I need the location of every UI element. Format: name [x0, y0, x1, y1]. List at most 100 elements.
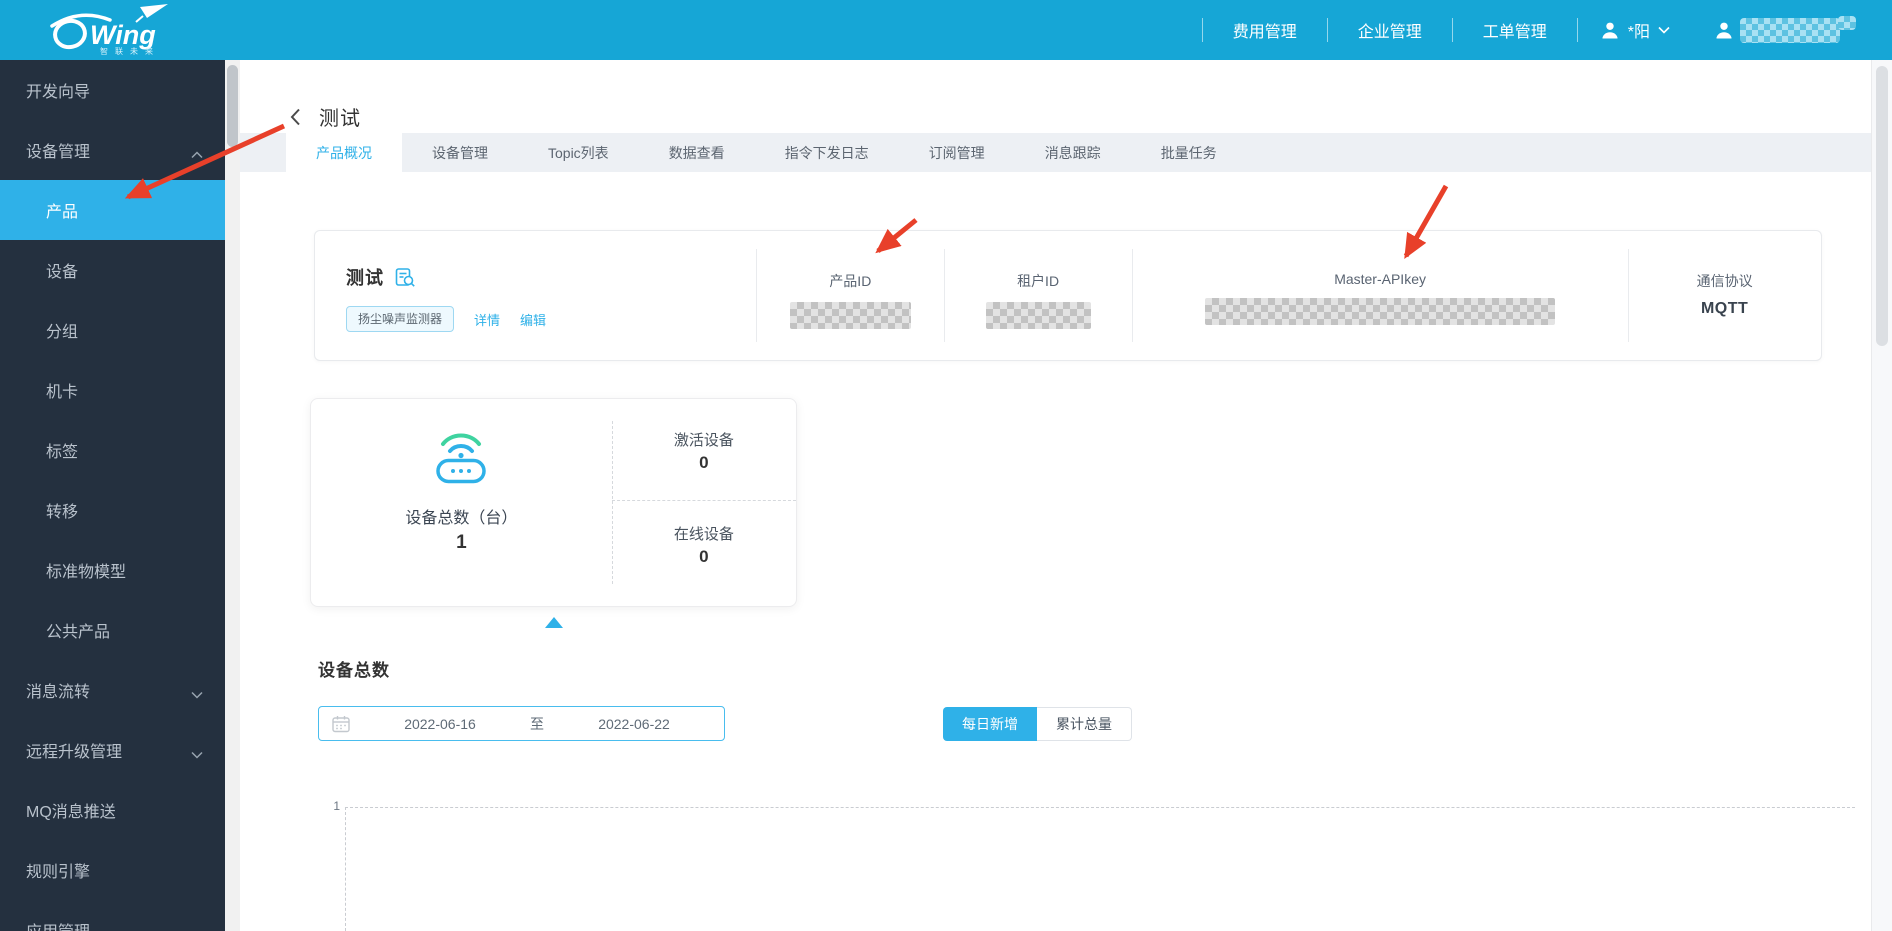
protocol-column: 通信协议 MQTT — [1628, 231, 1821, 360]
device-router-icon — [436, 433, 487, 484]
product-info-card: 测试 扬尘噪声监测器 详情 编辑 产品ID 租户ID Master-APIkey… — [314, 230, 1822, 361]
selected-card-pointer — [545, 617, 563, 628]
activated-devices-value: 0 — [699, 453, 709, 472]
device-total-label: 设备总数（台） — [405, 510, 518, 527]
sidebar-item-label: 远程升级管理 — [26, 744, 123, 761]
sidebar-scrollbar-thumb[interactable] — [227, 65, 238, 147]
online-devices-value: 0 — [699, 547, 709, 566]
sidebar-item-device-mgmt[interactable]: 设备管理 — [0, 120, 225, 180]
tenant-id-label: 租户ID — [1017, 273, 1060, 289]
wing-logo-icon: Wing 智联未来 — [50, 4, 168, 56]
sidebar-item-sim[interactable]: 机卡 — [0, 360, 225, 420]
wing-logo[interactable]: Wing 智联未来 — [44, 4, 204, 56]
tenant-id-column: 租户ID — [944, 231, 1132, 360]
chart-y-tick: 1 — [333, 799, 340, 813]
sidebar-item-label: 设备管理 — [26, 144, 91, 161]
master-apikey-column: Master-APIkey — [1131, 231, 1628, 360]
user-icon — [1602, 22, 1618, 39]
edit-link[interactable]: 编辑 — [520, 310, 546, 329]
tab-product-overview[interactable]: 产品概况 — [286, 133, 402, 172]
sidebar: 开发向导 设备管理 产品 设备 分组 机卡 标签 转移 标准物模型 公共产品 消… — [0, 60, 225, 931]
tab-batch-task[interactable]: 批量任务 — [1131, 133, 1247, 172]
product-name: 测试 — [346, 268, 384, 288]
activated-devices-label: 激活设备 — [673, 432, 734, 449]
tab-command-log[interactable]: 指令下发日志 — [755, 133, 899, 172]
chart-section-title: 设备总数 — [318, 661, 390, 680]
sidebar-item-app-mgmt[interactable]: 应用管理 — [0, 900, 225, 931]
topbar: Wing 智联未来 费用管理 企业管理 工单管理 *阳 — [0, 0, 1892, 60]
tab-message-trace[interactable]: 消息跟踪 — [1015, 133, 1131, 172]
calendar-icon — [332, 715, 350, 733]
chevron-up-icon — [191, 146, 203, 164]
chart-mode-toggle: 每日新增 累计总量 — [943, 707, 1132, 741]
sidebar-item-rule-engine[interactable]: 规则引擎 — [0, 840, 225, 900]
page-header: 测试 — [286, 102, 361, 131]
sidebar-item-transfer[interactable]: 转移 — [0, 480, 225, 540]
protocol-label: 通信协议 — [1696, 273, 1753, 289]
tenant-id-value-redacted — [985, 302, 1091, 329]
date-from-value: 2022-06-16 — [404, 715, 476, 732]
online-devices-label: 在线设备 — [673, 526, 734, 543]
tab-subscription[interactable]: 订阅管理 — [899, 133, 1015, 172]
cumulative-total-button[interactable]: 累计总量 — [1037, 707, 1132, 741]
tab-topic-list[interactable]: Topic列表 — [518, 133, 639, 172]
device-total-block: 设备总数（台） 1 — [311, 399, 612, 606]
device-stats-right: 激活设备 0 在线设备 0 — [611, 399, 796, 606]
product-id-label: 产品ID — [829, 273, 872, 289]
sidebar-item-standard-model[interactable]: 标准物模型 — [0, 540, 225, 600]
daily-new-button[interactable]: 每日新增 — [943, 707, 1037, 741]
svg-text:智联未来: 智联未来 — [100, 46, 160, 56]
sidebar-item-dev-guide[interactable]: 开发向导 — [0, 60, 225, 120]
svg-text:Wing: Wing — [90, 20, 156, 50]
sidebar-item-mq-push[interactable]: MQ消息推送 — [0, 780, 225, 840]
chart-left-axis — [345, 807, 346, 931]
chevron-down-icon — [191, 746, 203, 764]
topnav: 费用管理 企业管理 工单管理 *阳 — [1201, 0, 1878, 60]
nav-billing[interactable]: 费用管理 — [1203, 0, 1327, 60]
tab-data-view[interactable]: 数据查看 — [639, 133, 755, 172]
sidebar-item-message-flow[interactable]: 消息流转 — [0, 660, 225, 720]
page-scrollbar[interactable] — [1871, 60, 1892, 931]
back-chevron-icon — [290, 108, 300, 125]
app-root: Wing 智联未来 费用管理 企业管理 工单管理 *阳 开发向导 设备管理 产品… — [0, 0, 1892, 931]
chevron-down-icon — [191, 686, 203, 704]
user-menu[interactable]: *阳 — [1578, 0, 1692, 60]
product-category-tag: 扬尘噪声监测器 — [346, 306, 455, 332]
main-content: 测试 产品概况 设备管理 Topic列表 数据查看 指令下发日志 订阅管理 消息… — [240, 60, 1871, 931]
protocol-value: MQTT — [1700, 300, 1749, 317]
nav-workorder[interactable]: 工单管理 — [1453, 0, 1577, 60]
account-name-redacted — [1740, 17, 1840, 43]
page-scrollbar-thumb[interactable] — [1876, 66, 1888, 346]
sidebar-item-device[interactable]: 设备 — [0, 240, 225, 300]
master-apikey-value-redacted — [1205, 298, 1556, 325]
user-icon — [1716, 22, 1732, 39]
detail-link[interactable]: 详情 — [474, 310, 500, 329]
sidebar-scrollbar[interactable] — [225, 60, 240, 931]
account-name-redacted — [1838, 16, 1856, 30]
page-title: 测试 — [319, 108, 361, 130]
master-apikey-label: Master-APIkey — [1334, 271, 1426, 287]
chart-top-gridline — [345, 807, 1855, 808]
product-id-column: 产品ID — [756, 231, 944, 360]
device-total-value: 1 — [456, 532, 467, 553]
sidebar-item-group[interactable]: 分组 — [0, 300, 225, 360]
doc-search-icon[interactable] — [395, 267, 416, 288]
account-menu[interactable] — [1692, 0, 1878, 60]
tab-bar: 产品概况 设备管理 Topic列表 数据查看 指令下发日志 订阅管理 消息跟踪 … — [240, 133, 1871, 172]
nav-enterprise[interactable]: 企业管理 — [1328, 0, 1452, 60]
device-stats-card[interactable]: 设备总数（台） 1 激活设备 0 在线设备 0 — [310, 398, 797, 607]
date-to-value: 2022-06-22 — [598, 715, 670, 732]
product-summary-column: 测试 扬尘噪声监测器 详情 编辑 — [315, 231, 756, 360]
sidebar-item-ota[interactable]: 远程升级管理 — [0, 720, 225, 780]
back-button[interactable] — [286, 104, 305, 130]
activated-devices-cell: 激活设备 0 — [611, 399, 796, 501]
tab-device-mgmt[interactable]: 设备管理 — [402, 133, 518, 172]
online-devices-cell: 在线设备 0 — [612, 501, 796, 603]
sidebar-item-tag[interactable]: 标签 — [0, 420, 225, 480]
chevron-down-icon — [1658, 26, 1670, 34]
sidebar-item-label: 消息流转 — [26, 684, 91, 701]
date-separator: 至 — [530, 715, 544, 732]
date-range-picker[interactable]: 2022-06-16 至 2022-06-22 — [318, 706, 725, 741]
sidebar-item-public-product[interactable]: 公共产品 — [0, 600, 225, 660]
sidebar-item-product[interactable]: 产品 — [0, 180, 225, 240]
